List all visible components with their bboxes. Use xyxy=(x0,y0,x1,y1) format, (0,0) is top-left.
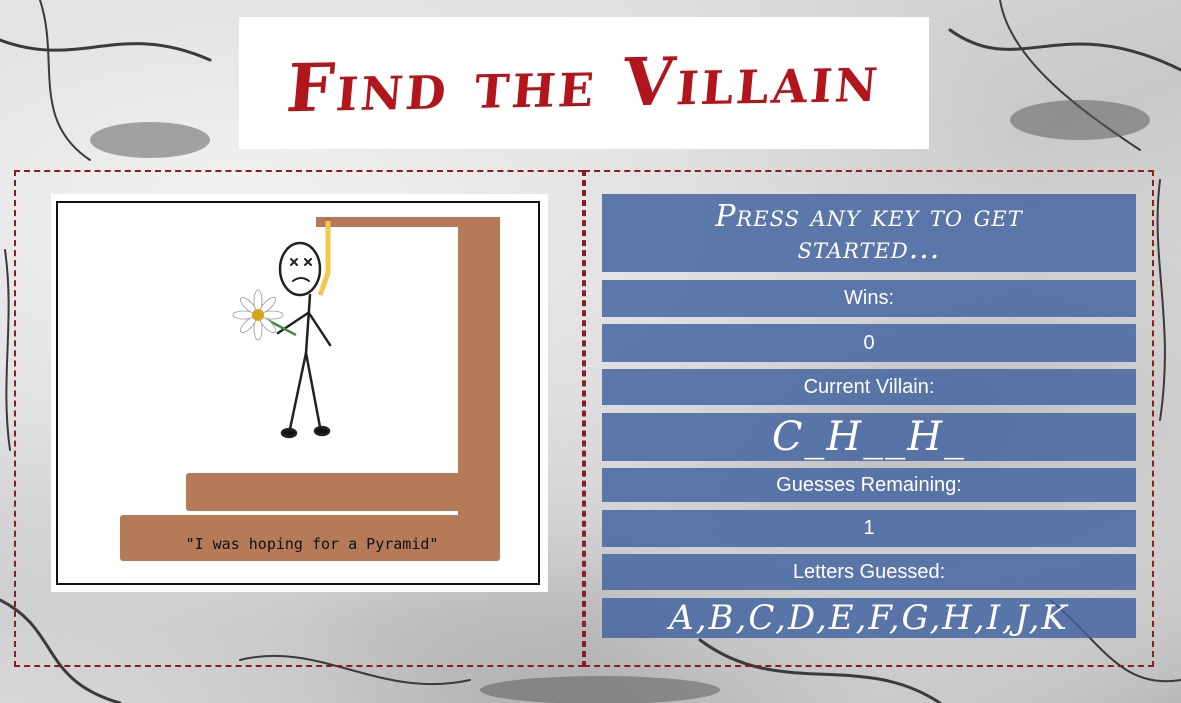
start-prompt: Press any key to get started... xyxy=(602,194,1136,272)
current-villain-label: Current Villain: xyxy=(602,369,1136,405)
current-villain-word: C_H__H_ xyxy=(602,413,1136,461)
letters-guessed-value: A,B,C,D,E,F,G,H,I,J,K xyxy=(602,598,1136,638)
image-caption: "I was hoping for a Pyramid" xyxy=(185,535,439,553)
guesses-remaining-value: 1 xyxy=(602,510,1136,547)
title-banner: Find the Villain xyxy=(239,17,929,149)
letters-guessed-label: Letters Guessed: xyxy=(602,554,1136,590)
stick-figure-icon xyxy=(276,241,332,439)
wins-label: Wins: xyxy=(602,280,1136,317)
daisy-icon xyxy=(232,289,297,341)
guesses-remaining-label: Guesses Remaining: xyxy=(602,468,1136,502)
noose-icon xyxy=(317,221,331,296)
page-title: Find the Villain xyxy=(283,38,885,128)
wins-value: 0 xyxy=(602,324,1136,362)
hangman-image: "I was hoping for a Pyramid" xyxy=(51,194,548,592)
image-frame: "I was hoping for a Pyramid" xyxy=(56,201,540,585)
